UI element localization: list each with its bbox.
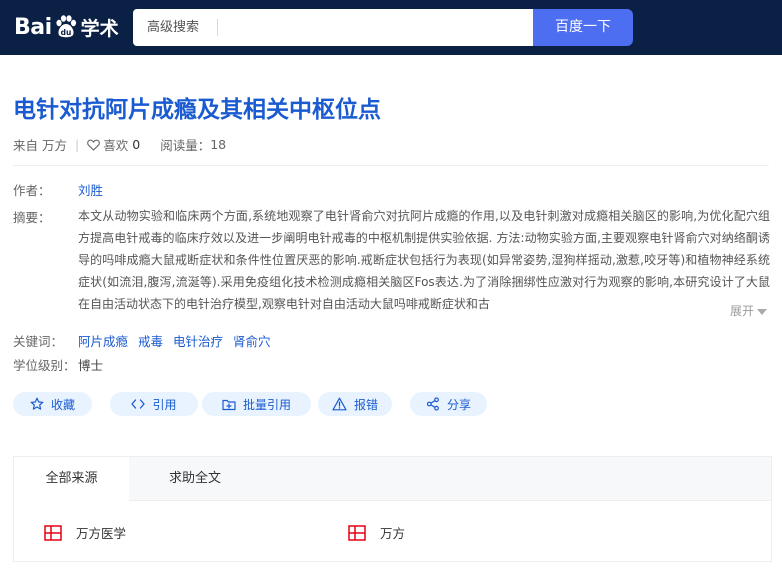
- wanfang-logo-icon: [44, 524, 62, 541]
- expand-label: 展开: [730, 304, 755, 318]
- logo-text-bai: Bai: [14, 14, 52, 40]
- search-input[interactable]: [225, 13, 525, 42]
- source-item-wanfang[interactable]: 万方: [348, 523, 405, 542]
- sources-panel: 全部来源 求助全文 万方医学 万方: [13, 456, 772, 562]
- paper-meta: 来自 万方 | 喜欢 0 阅读量： 18: [13, 135, 226, 154]
- cite-label: 引用: [152, 397, 177, 412]
- source-name-label: 万方: [380, 526, 406, 541]
- abstract-label: 摘要：: [13, 210, 51, 225]
- tab-all-sources[interactable]: 全部来源: [14, 457, 129, 502]
- expand-abstract-button[interactable]: 展开: [704, 300, 768, 322]
- folder-plus-icon: [222, 399, 236, 410]
- advanced-search-link[interactable]: 高级搜索: [147, 9, 199, 46]
- meta-separator: |: [75, 137, 80, 152]
- abstract-text: 本文从动物实验和临床两个方面,系统地观察了电针肾俞穴对抗阿片成瘾的作用,以及电针…: [78, 209, 770, 311]
- keyword-list: 阿片成瘾 戒毒 电针治疗 肾俞穴: [78, 331, 281, 350]
- wanfang-logo-icon: [348, 524, 366, 541]
- source-prefix: 来自: [13, 138, 39, 153]
- divider: [13, 165, 769, 166]
- source-name-label: 万方医学: [76, 526, 127, 541]
- batch-cite-label: 批量引用: [242, 397, 291, 412]
- chevron-down-icon: [757, 308, 768, 315]
- collect-label: 收藏: [50, 397, 75, 412]
- search-box: 高级搜索: [133, 9, 533, 46]
- paw-icon: du: [53, 14, 79, 40]
- keyword-link[interactable]: 肾俞穴: [233, 334, 271, 349]
- code-icon: [131, 399, 146, 409]
- like-count: 0: [132, 137, 141, 152]
- read-count: 18: [210, 137, 227, 152]
- paper-title[interactable]: 电针对抗阿片成瘾及其相关中枢位点: [13, 90, 381, 124]
- tab-request-fulltext[interactable]: 求助全文: [129, 457, 261, 501]
- search-divider: [217, 19, 218, 36]
- share-label: 分享: [446, 397, 471, 412]
- like-label: 喜欢: [103, 138, 129, 153]
- report-error-button[interactable]: 报错: [318, 392, 392, 416]
- top-bar: Bai du 学术 高级搜索 百度一下: [0, 0, 782, 55]
- keywords-label: 关键词：: [13, 334, 64, 349]
- heart-icon: [87, 139, 101, 151]
- cite-button[interactable]: 引用: [110, 392, 198, 416]
- sources-tabs: 全部来源 求助全文: [14, 457, 771, 502]
- warning-icon: [332, 397, 347, 411]
- like-button[interactable]: 喜欢 0: [87, 135, 140, 154]
- star-icon: [30, 397, 44, 410]
- share-icon: [426, 397, 439, 411]
- source-item-wanfang-medical[interactable]: 万方医学: [44, 523, 126, 542]
- keyword-link[interactable]: 电针治疗: [173, 334, 223, 349]
- degree-value: 博士: [78, 358, 104, 373]
- share-button[interactable]: 分享: [410, 392, 487, 416]
- search-button[interactable]: 百度一下: [533, 9, 633, 46]
- baidu-xueshu-logo[interactable]: Bai du 学术: [14, 11, 119, 43]
- collect-button[interactable]: 收藏: [13, 392, 92, 416]
- keyword-link[interactable]: 戒毒: [138, 334, 163, 349]
- logo-text-du: du: [60, 28, 71, 37]
- author-link[interactable]: 刘胜: [78, 180, 103, 199]
- read-count-label: 阅读量：: [160, 138, 211, 153]
- source-name: 万方: [42, 138, 68, 153]
- keyword-link[interactable]: 阿片成瘾: [78, 334, 128, 349]
- degree-label: 学位级别：: [13, 358, 76, 373]
- report-error-label: 报错: [353, 397, 378, 412]
- logo-text-xueshu: 学术: [80, 17, 119, 40]
- batch-cite-button[interactable]: 批量引用: [202, 392, 311, 416]
- author-label: 作者：: [13, 183, 51, 198]
